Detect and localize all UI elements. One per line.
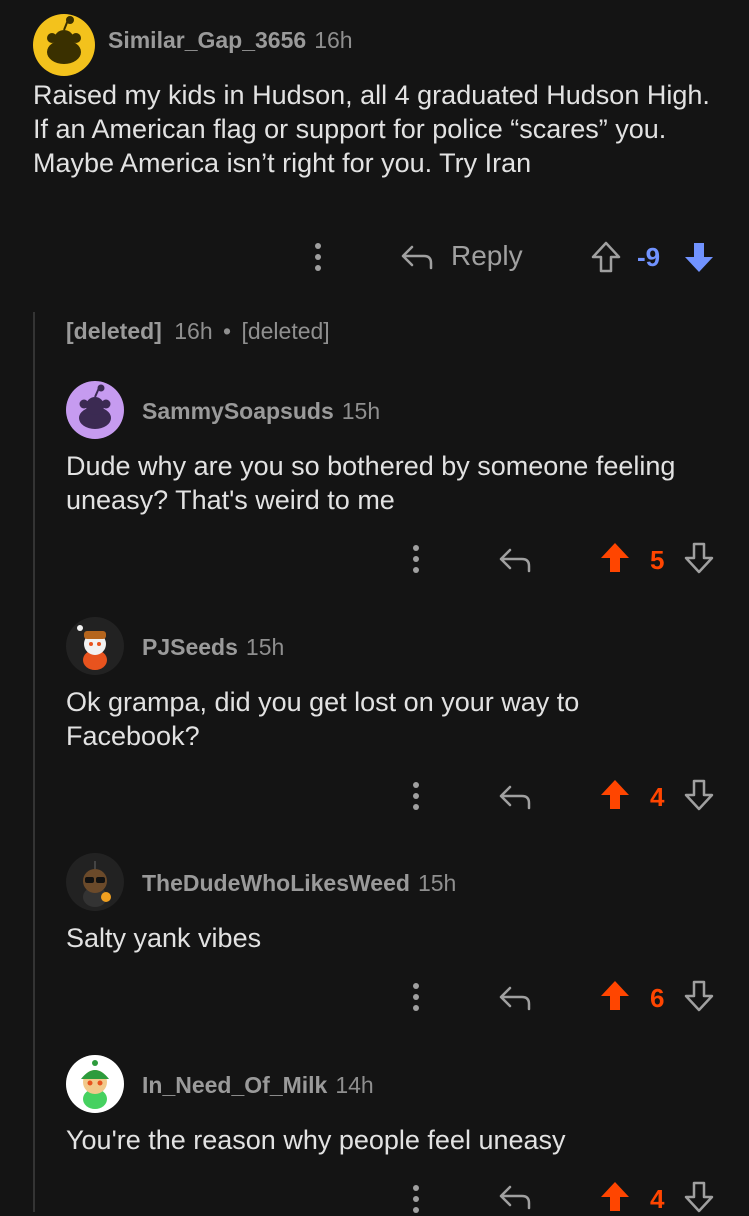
upvote-icon[interactable] — [598, 778, 632, 812]
avatar[interactable] — [66, 853, 124, 911]
snoo-avatar-icon — [47, 16, 81, 64]
username: [deleted] — [66, 318, 162, 344]
downvote-icon[interactable] — [683, 979, 715, 1013]
username[interactable]: Similar_Gap_3656 — [108, 27, 306, 53]
more-options-icon[interactable] — [404, 779, 428, 813]
timestamp: 15h — [245, 634, 285, 660]
more-options-icon[interactable] — [404, 1182, 428, 1216]
vote-score: 5 — [650, 545, 665, 575]
snoo-avatar-icon — [79, 384, 111, 429]
comment-body: Salty yank vibes — [66, 923, 262, 953]
username[interactable]: TheDudeWhoLikesWeed — [142, 870, 410, 896]
username[interactable]: SammySoapsuds — [142, 398, 334, 424]
avatar[interactable] — [66, 1055, 124, 1113]
upvote-icon[interactable] — [598, 1180, 632, 1214]
avatar[interactable] — [66, 617, 124, 675]
comment-author[interactable]: SammySoapsuds 15h — [142, 398, 380, 425]
comment-author[interactable]: Similar_Gap_3656 16h — [108, 27, 353, 54]
timestamp: 16h — [174, 318, 213, 344]
username[interactable]: In_Need_Of_Milk — [142, 1072, 327, 1098]
comment-author[interactable]: PJSeeds 15h — [142, 634, 284, 661]
upvote-icon[interactable] — [590, 240, 622, 274]
comment-body: You're the reason why people feel uneasy — [66, 1125, 566, 1155]
vote-score: 6 — [650, 983, 665, 1013]
timestamp: 16h — [314, 27, 353, 53]
reply-icon[interactable] — [498, 983, 532, 1013]
comment-author[interactable]: In_Need_Of_Milk 14h — [142, 1072, 374, 1099]
downvote-icon[interactable] — [683, 541, 715, 575]
deleted-text: [deleted] — [241, 318, 330, 344]
snoo-avatar-icon — [81, 1060, 109, 1109]
downvote-icon[interactable] — [682, 240, 716, 274]
username[interactable]: PJSeeds — [142, 634, 238, 660]
upvote-icon[interactable] — [598, 979, 632, 1013]
comment-body: Ok grampa, did you get lost on your way … — [66, 687, 580, 751]
timestamp: 14h — [335, 1072, 374, 1098]
timestamp: 15h — [341, 398, 381, 424]
avatar[interactable] — [33, 14, 95, 76]
comment-author[interactable]: TheDudeWhoLikesWeed 15h — [142, 870, 456, 897]
more-options-icon[interactable] — [306, 240, 330, 274]
reply-icon[interactable] — [498, 1182, 532, 1212]
downvote-icon[interactable] — [683, 1180, 715, 1214]
comment-body: Dude why are you so bothered by someone … — [66, 451, 676, 515]
comment-body: Raised my kids in Hudson, all 4 graduate… — [33, 80, 710, 178]
thread-line[interactable] — [33, 312, 35, 1212]
deleted-comment-header: [deleted] 16h • [deleted] — [66, 318, 330, 345]
reply-button[interactable]: Reply — [451, 240, 523, 272]
more-options-icon[interactable] — [404, 980, 428, 1014]
snoo-avatar-icon — [77, 625, 107, 670]
reply-icon[interactable] — [400, 242, 434, 272]
vote-score: 4 — [650, 782, 665, 812]
reply-icon[interactable] — [498, 545, 532, 575]
more-options-icon[interactable] — [404, 542, 428, 576]
separator: • — [223, 318, 232, 344]
avatar[interactable] — [66, 381, 124, 439]
reply-icon[interactable] — [498, 782, 532, 812]
timestamp: 15h — [417, 870, 457, 896]
vote-score: -9 — [637, 242, 661, 272]
downvote-icon[interactable] — [683, 778, 715, 812]
snoo-avatar-icon — [83, 861, 111, 907]
upvote-icon[interactable] — [598, 541, 632, 575]
